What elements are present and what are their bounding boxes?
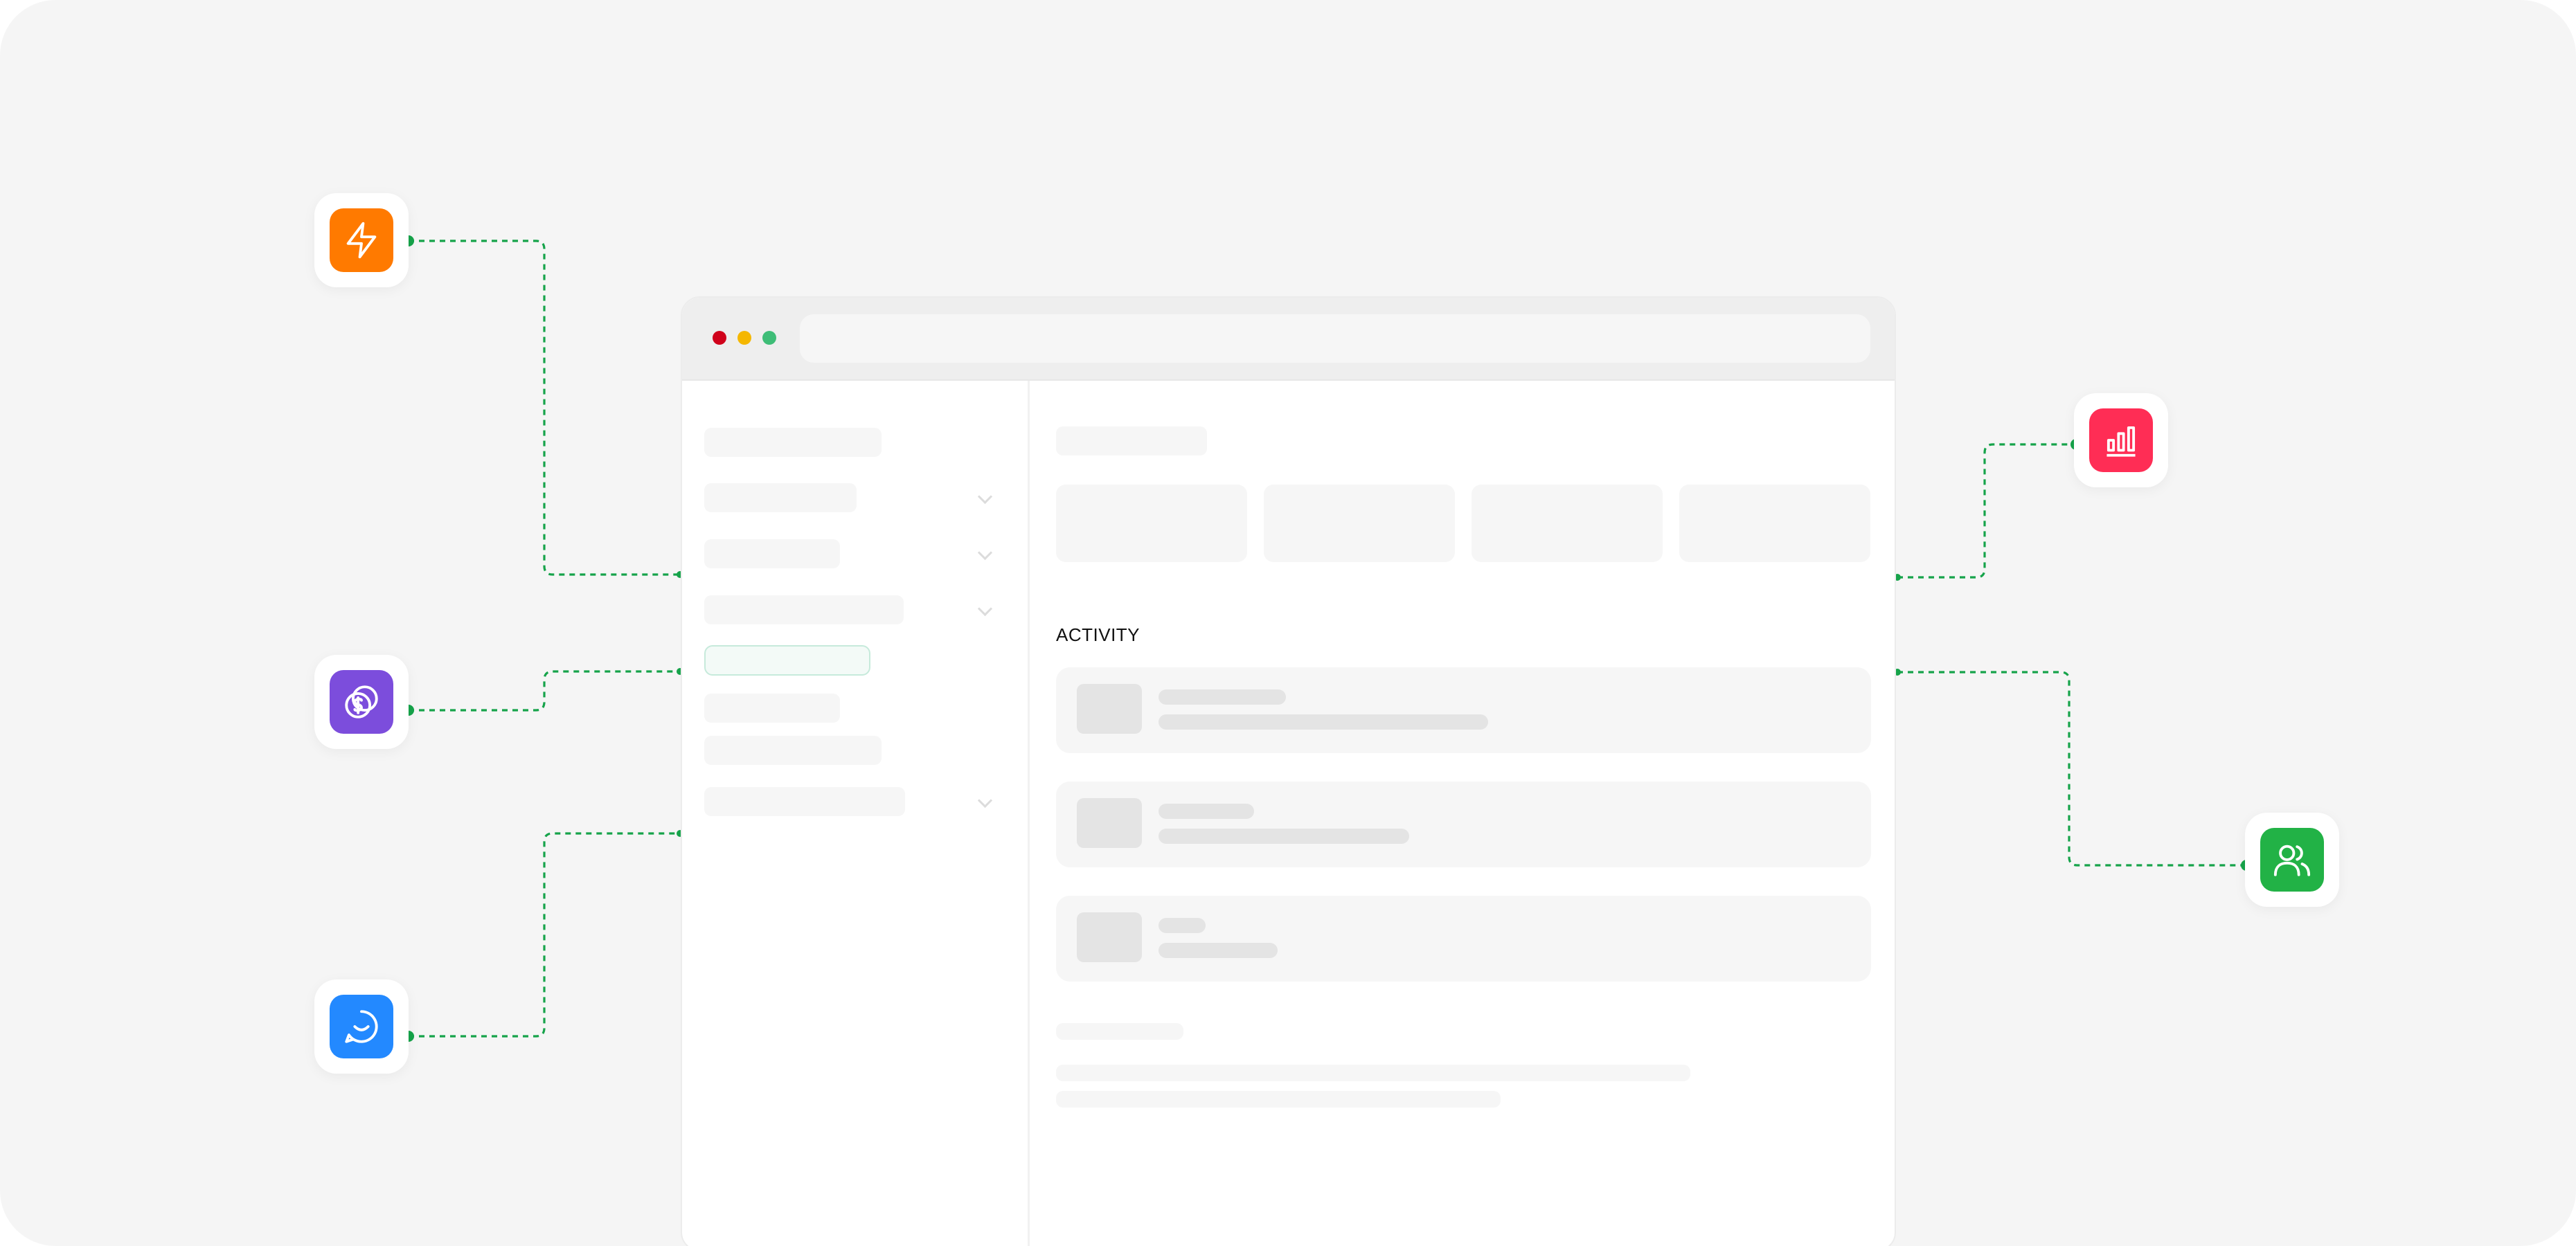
minimize-window-dot[interactable]	[737, 331, 751, 345]
activity-item[interactable]	[1056, 667, 1871, 753]
sidebar-item-placeholder[interactable]	[704, 539, 840, 568]
activity-thumbnail	[1077, 798, 1142, 848]
page-title-placeholder	[1056, 426, 1207, 455]
stat-card[interactable]	[1679, 485, 1870, 562]
chevron-down-icon[interactable]	[977, 793, 993, 809]
activity-detail-placeholder	[1159, 829, 1409, 844]
canvas: ACTIVITY	[0, 0, 2576, 1246]
chat-app-tile[interactable]	[314, 979, 409, 1074]
bar-chart-icon	[2089, 408, 2153, 472]
connector-lightning	[409, 240, 680, 576]
activity-title-placeholder	[1159, 918, 1206, 933]
footer-text-placeholder	[1056, 1065, 1690, 1081]
sidebar	[682, 381, 1030, 1246]
chat-bubble-icon	[330, 995, 393, 1058]
address-bar[interactable]	[800, 314, 1870, 363]
connector-payments	[409, 670, 680, 712]
chevron-down-icon[interactable]	[977, 489, 993, 505]
chevron-down-icon[interactable]	[977, 545, 993, 561]
sidebar-item-placeholder[interactable]	[704, 694, 840, 723]
connector-chat	[409, 832, 680, 1038]
payments-app-tile[interactable]	[314, 655, 409, 749]
activity-title-placeholder	[1159, 804, 1254, 819]
activity-item[interactable]	[1056, 782, 1871, 867]
lightning-app-tile[interactable]	[314, 193, 409, 287]
chevron-down-icon[interactable]	[977, 601, 993, 617]
activity-item[interactable]	[1056, 896, 1871, 982]
sidebar-item-placeholder[interactable]	[704, 595, 904, 624]
stat-card[interactable]	[1264, 485, 1455, 562]
activity-detail-placeholder	[1159, 714, 1488, 730]
coins-dollar-icon	[330, 670, 393, 734]
activity-heading: ACTIVITY	[1056, 624, 1141, 645]
footer-text-placeholder	[1056, 1091, 1501, 1108]
maximize-window-dot[interactable]	[762, 331, 776, 345]
sidebar-item-placeholder[interactable]	[704, 736, 882, 765]
activity-detail-placeholder	[1159, 943, 1278, 958]
activity-title-placeholder	[1159, 689, 1286, 705]
browser-titlebar	[682, 298, 1895, 381]
activity-thumbnail	[1077, 912, 1142, 962]
footer-heading-placeholder	[1056, 1023, 1183, 1040]
users-app-tile[interactable]	[2245, 813, 2339, 907]
browser-window: ACTIVITY	[681, 296, 1896, 1246]
sidebar-item-active[interactable]	[704, 645, 870, 676]
sidebar-header-placeholder	[704, 428, 882, 457]
sidebar-item-placeholder[interactable]	[704, 483, 857, 512]
connector-users	[1897, 671, 2245, 867]
activity-thumbnail	[1077, 684, 1142, 734]
users-icon	[2260, 828, 2324, 892]
close-window-dot[interactable]	[713, 331, 726, 345]
stat-card[interactable]	[1472, 485, 1663, 562]
connector-analytics	[1897, 443, 2076, 579]
sidebar-item-placeholder[interactable]	[704, 787, 905, 816]
analytics-app-tile[interactable]	[2074, 393, 2168, 487]
stat-card[interactable]	[1056, 485, 1247, 562]
lightning-icon	[330, 208, 393, 272]
